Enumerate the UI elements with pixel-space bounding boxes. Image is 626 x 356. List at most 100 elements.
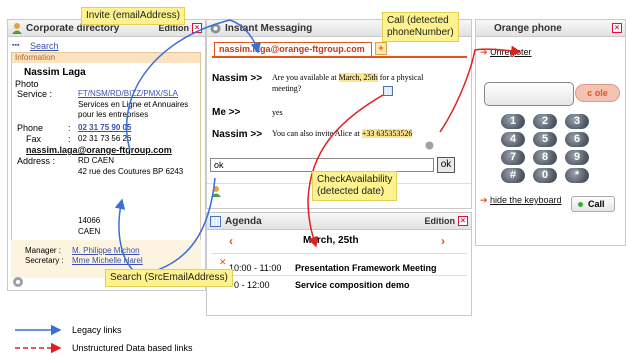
msg3-text: You can also invite Alice at +33 6353535…: [272, 129, 413, 138]
legend-legacy-label: Legacy links: [72, 325, 122, 335]
event-separator: [211, 275, 467, 276]
close-icon[interactable]: ×: [612, 23, 622, 33]
im-title: Instant Messaging: [225, 23, 313, 34]
photo-label: Photo: [15, 79, 39, 89]
call-button-label: Call: [588, 199, 605, 209]
information-box: Information Nassim Laga Photo Service : …: [11, 52, 201, 262]
msg1-before: Are you available at: [272, 73, 339, 82]
message-input[interactable]: ok: [210, 158, 434, 172]
corporate-directory-widget: Corporate directory Edition × ▪▪▪ Search…: [7, 19, 206, 291]
msg3-before: You can also invite Alice at: [272, 129, 362, 138]
unregister-link[interactable]: Unregister: [490, 47, 532, 57]
legend-unstructured-label: Unstructured Data based links: [72, 343, 193, 353]
address-label: Address :: [17, 156, 56, 166]
agenda-widget: Agenda Edition × ‹ March, 25th › ✕ 10:00…: [206, 212, 472, 316]
settings-gear-icon[interactable]: [12, 276, 24, 288]
key-3[interactable]: 3: [565, 114, 589, 129]
service-description: Services en Ligne et Annuaires pour les …: [78, 100, 189, 119]
unregister-arrow-icon: ➔: [480, 47, 488, 57]
hide-keyboard-link[interactable]: hide the keyboard: [490, 195, 562, 205]
event-2-time: 0 - 12:00: [229, 280, 270, 290]
phone-logo: c ole: [575, 84, 620, 102]
msg2-text: yes: [272, 108, 283, 117]
key-0[interactable]: 0: [533, 168, 557, 183]
msg3-phone[interactable]: +33 635353526: [361, 129, 413, 138]
key-1[interactable]: 1: [501, 114, 525, 129]
person-name: Nassim Laga: [24, 67, 86, 78]
call-status-dot-icon: [578, 202, 583, 207]
address-line1: RD CAEN: [78, 156, 115, 165]
phone-logo-text: c ole: [587, 88, 608, 98]
search-icon: ▪▪▪: [12, 42, 20, 49]
secretary-label: Secretary :: [25, 256, 64, 265]
msg1-speaker: Nassim >>: [212, 73, 263, 84]
agenda-edition-link[interactable]: Edition: [425, 216, 456, 226]
key-4[interactable]: 4: [501, 132, 525, 147]
agenda-title: Agenda: [225, 216, 262, 227]
fax-label: Fax: [26, 134, 42, 144]
event-1-label[interactable]: Presentation Framework Meeting: [295, 263, 437, 273]
im-gear-icon: [210, 23, 221, 34]
information-label: Information: [15, 53, 56, 62]
postcode: 14066: [78, 216, 101, 225]
agenda-prev-button[interactable]: ‹: [229, 234, 233, 248]
agenda-header: Agenda Edition ×: [207, 213, 471, 230]
im-tab-label: nassim.laga@orange-ftgroup.com: [219, 44, 365, 54]
phone-header: Orange phone ×: [476, 20, 625, 37]
phone-handset-icon[interactable]: [425, 141, 434, 150]
message-input-value: ok: [214, 160, 224, 170]
ok-button[interactable]: ok: [437, 157, 455, 173]
city: CAEN: [78, 227, 101, 236]
agenda-date: March, 25th: [303, 235, 359, 246]
calendar-icon[interactable]: [383, 86, 393, 96]
invite-callout: Invite (emailAddress): [81, 7, 185, 25]
address-line2: 42 rue des Coutures BP 6243: [78, 167, 184, 176]
email-link[interactable]: nassim.laga@orange-ftgroup.com: [26, 145, 172, 155]
call-callout: Call (detected phoneNumber): [382, 12, 459, 42]
directory-search-link[interactable]: Search: [30, 41, 59, 51]
manager-link[interactable]: M. Philippe Michon: [72, 246, 140, 255]
phone-colon: :: [68, 123, 71, 133]
msg1-after: for a physical: [377, 73, 424, 82]
key-2[interactable]: 2: [533, 114, 557, 129]
phone-label: Phone: [17, 123, 44, 133]
call-button[interactable]: Call: [571, 196, 615, 212]
key-6[interactable]: 6: [565, 132, 589, 147]
im-tab[interactable]: nassim.laga@orange-ftgroup.com: [214, 42, 372, 56]
key-7[interactable]: 7: [501, 150, 525, 165]
msg3-speaker: Nassim >>: [212, 129, 263, 140]
fax-number: 02 31 73 56 26: [78, 134, 132, 143]
event-1-time: 10:00 - 11:00: [229, 263, 282, 273]
key-9[interactable]: 9: [565, 150, 589, 165]
close-icon[interactable]: ×: [458, 216, 468, 226]
service-code-link[interactable]: FT/NSM/RD/BIZZ/PMX/SLA: [78, 89, 178, 98]
key-8[interactable]: 8: [533, 150, 557, 165]
secretary-link[interactable]: Mme Michelle Harel: [72, 256, 143, 265]
phone-display[interactable]: [484, 82, 574, 106]
agenda-separator: [211, 253, 467, 254]
manager-label: Manager :: [25, 246, 62, 255]
event-marker-icon: ✕: [219, 257, 227, 267]
directory-person-icon: [12, 23, 22, 34]
key-star[interactable]: *: [565, 168, 589, 183]
msg1-text: Are you available at March, 25th for a p…: [272, 73, 423, 82]
agenda-next-button[interactable]: ›: [441, 234, 445, 248]
event-2-label[interactable]: Service composition demo: [295, 280, 410, 290]
hide-keyboard-arrow-icon: ➔: [480, 195, 488, 205]
msg1-line2: meeting?: [272, 84, 302, 93]
check-availability-callout: CheckAvailability (detected date): [312, 171, 398, 201]
msg1-date[interactable]: March, 25th: [338, 73, 378, 82]
im-tab-underline: [212, 56, 467, 58]
fax-colon: :: [68, 134, 71, 144]
agenda-calendar-icon: [210, 216, 221, 227]
close-icon[interactable]: ×: [192, 23, 202, 33]
orange-phone-widget: Orange phone × ➔ Unregister c ole 1 2 3 …: [475, 19, 626, 246]
service-label: Service :: [17, 89, 53, 99]
add-tab-button[interactable]: +: [375, 42, 387, 55]
phone-title: Orange phone: [494, 23, 562, 34]
im-person-icon: [211, 186, 221, 197]
phone-number-link[interactable]: 02 31 75 90 05: [78, 123, 131, 132]
key-5[interactable]: 5: [533, 132, 557, 147]
search-callout: Search (SrcEmailAddress): [105, 269, 233, 287]
key-hash[interactable]: #: [501, 168, 525, 183]
